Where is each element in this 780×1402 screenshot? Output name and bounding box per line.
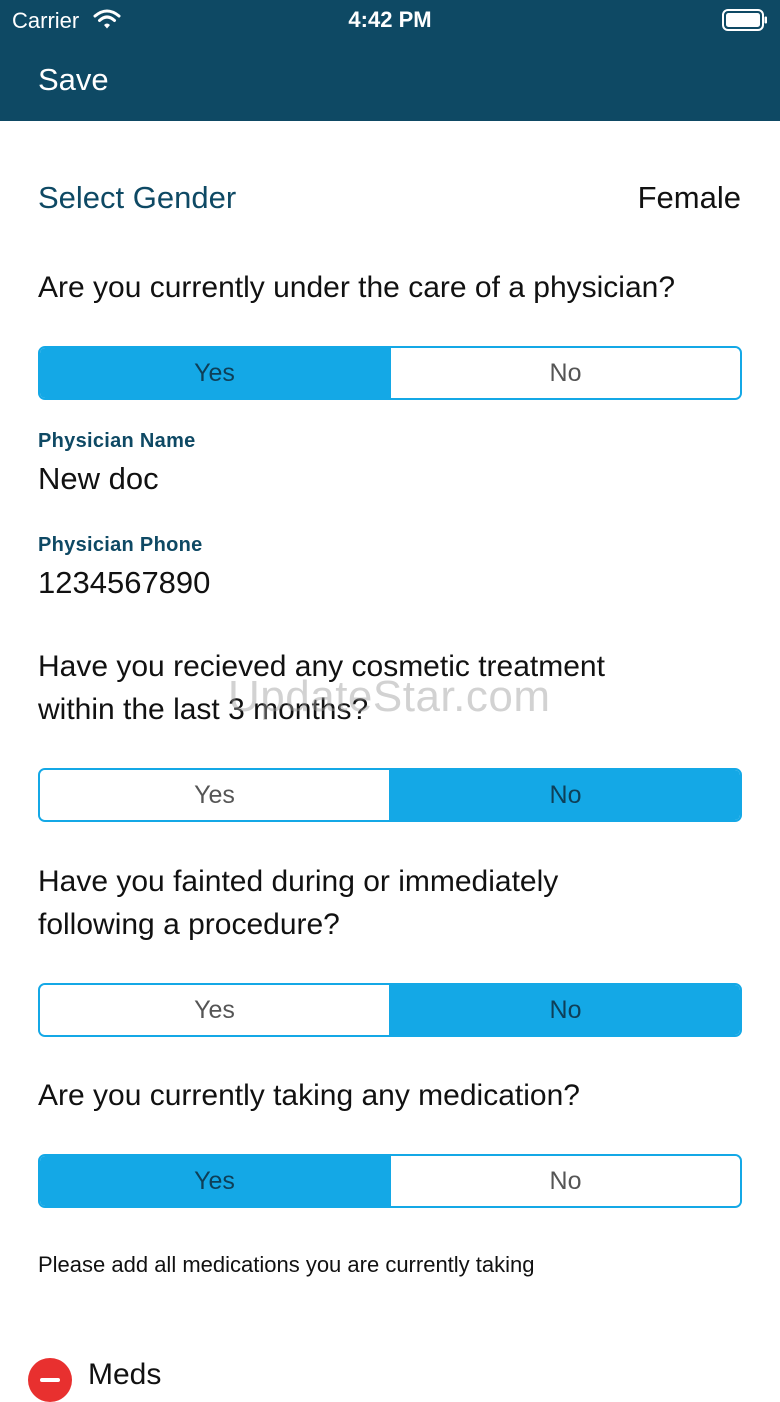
question-cosmetic-treatment: Have you recieved any cosmetic treatment…: [38, 650, 605, 726]
fainted-yes-button[interactable]: Yes: [40, 985, 391, 1035]
question-fainted: Have you fainted during or immediately f…: [38, 865, 559, 941]
battery-icon: [722, 9, 767, 31]
physician-care-segmented-control: Yes No: [38, 346, 742, 400]
physician-name-label: Physician Name: [38, 430, 196, 452]
cosmetic-treatment-no-button[interactable]: No: [391, 770, 740, 820]
remove-circle-icon[interactable]: [28, 1358, 72, 1402]
question-physician-care: Are you currently under the care of a ph…: [38, 271, 676, 304]
fainted-segmented-control: Yes No: [38, 983, 742, 1037]
physician-phone-label: Physician Phone: [38, 534, 203, 556]
physician-care-no-button[interactable]: No: [391, 348, 740, 398]
cosmetic-treatment-yes-button[interactable]: Yes: [40, 770, 391, 820]
gender-value[interactable]: Female: [638, 180, 741, 216]
save-button[interactable]: Save: [38, 62, 109, 98]
physician-phone-field[interactable]: 1234567890: [38, 565, 210, 601]
fainted-no-button[interactable]: No: [391, 985, 740, 1035]
navigation-header: Carrier 4:42 PM Save: [0, 0, 780, 121]
medication-no-button[interactable]: No: [391, 1156, 740, 1206]
medication-yes-button[interactable]: Yes: [40, 1156, 391, 1206]
cosmetic-treatment-segmented-control: Yes No: [38, 768, 742, 822]
select-gender-label: Select Gender: [38, 180, 237, 215]
status-bar: Carrier 4:42 PM: [0, 0, 780, 40]
physician-name-field[interactable]: New doc: [38, 461, 159, 497]
clock: 4:42 PM: [348, 7, 432, 32]
question-medication: Are you currently taking any medication?: [38, 1079, 580, 1112]
medication-segmented-control: Yes No: [38, 1154, 742, 1208]
physician-care-yes-button[interactable]: Yes: [40, 348, 391, 398]
medications-note: Please add all medications you are curre…: [38, 1252, 535, 1277]
